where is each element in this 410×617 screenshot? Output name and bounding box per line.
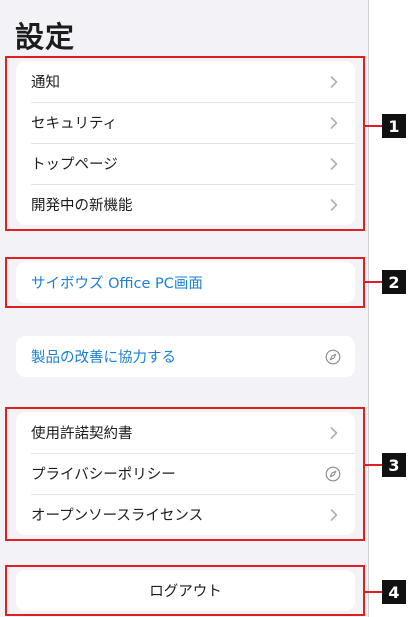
feedback-card: 製品の改善に協力する xyxy=(16,336,355,377)
annotation-badge-1: 1 xyxy=(382,114,406,138)
annotation-badge-3: 3 xyxy=(382,453,406,477)
connector-line-3 xyxy=(364,464,382,466)
annotation-badge-4: 4 xyxy=(382,580,406,604)
connector-line-2 xyxy=(364,281,382,283)
annotation-badge-2: 2 xyxy=(382,270,406,294)
improve-product-link[interactable]: 製品の改善に協力する xyxy=(16,336,355,377)
page-title: 設定 xyxy=(15,20,76,54)
highlight-frame-1 xyxy=(5,56,365,231)
connector-line-4 xyxy=(364,591,382,593)
compass-icon xyxy=(325,349,341,365)
connector-line-1 xyxy=(364,125,382,127)
highlight-frame-3 xyxy=(5,407,365,541)
highlight-frame-2 xyxy=(5,257,365,308)
improve-product-label: 製品の改善に協力する xyxy=(31,350,176,366)
highlight-frame-4 xyxy=(5,565,365,616)
